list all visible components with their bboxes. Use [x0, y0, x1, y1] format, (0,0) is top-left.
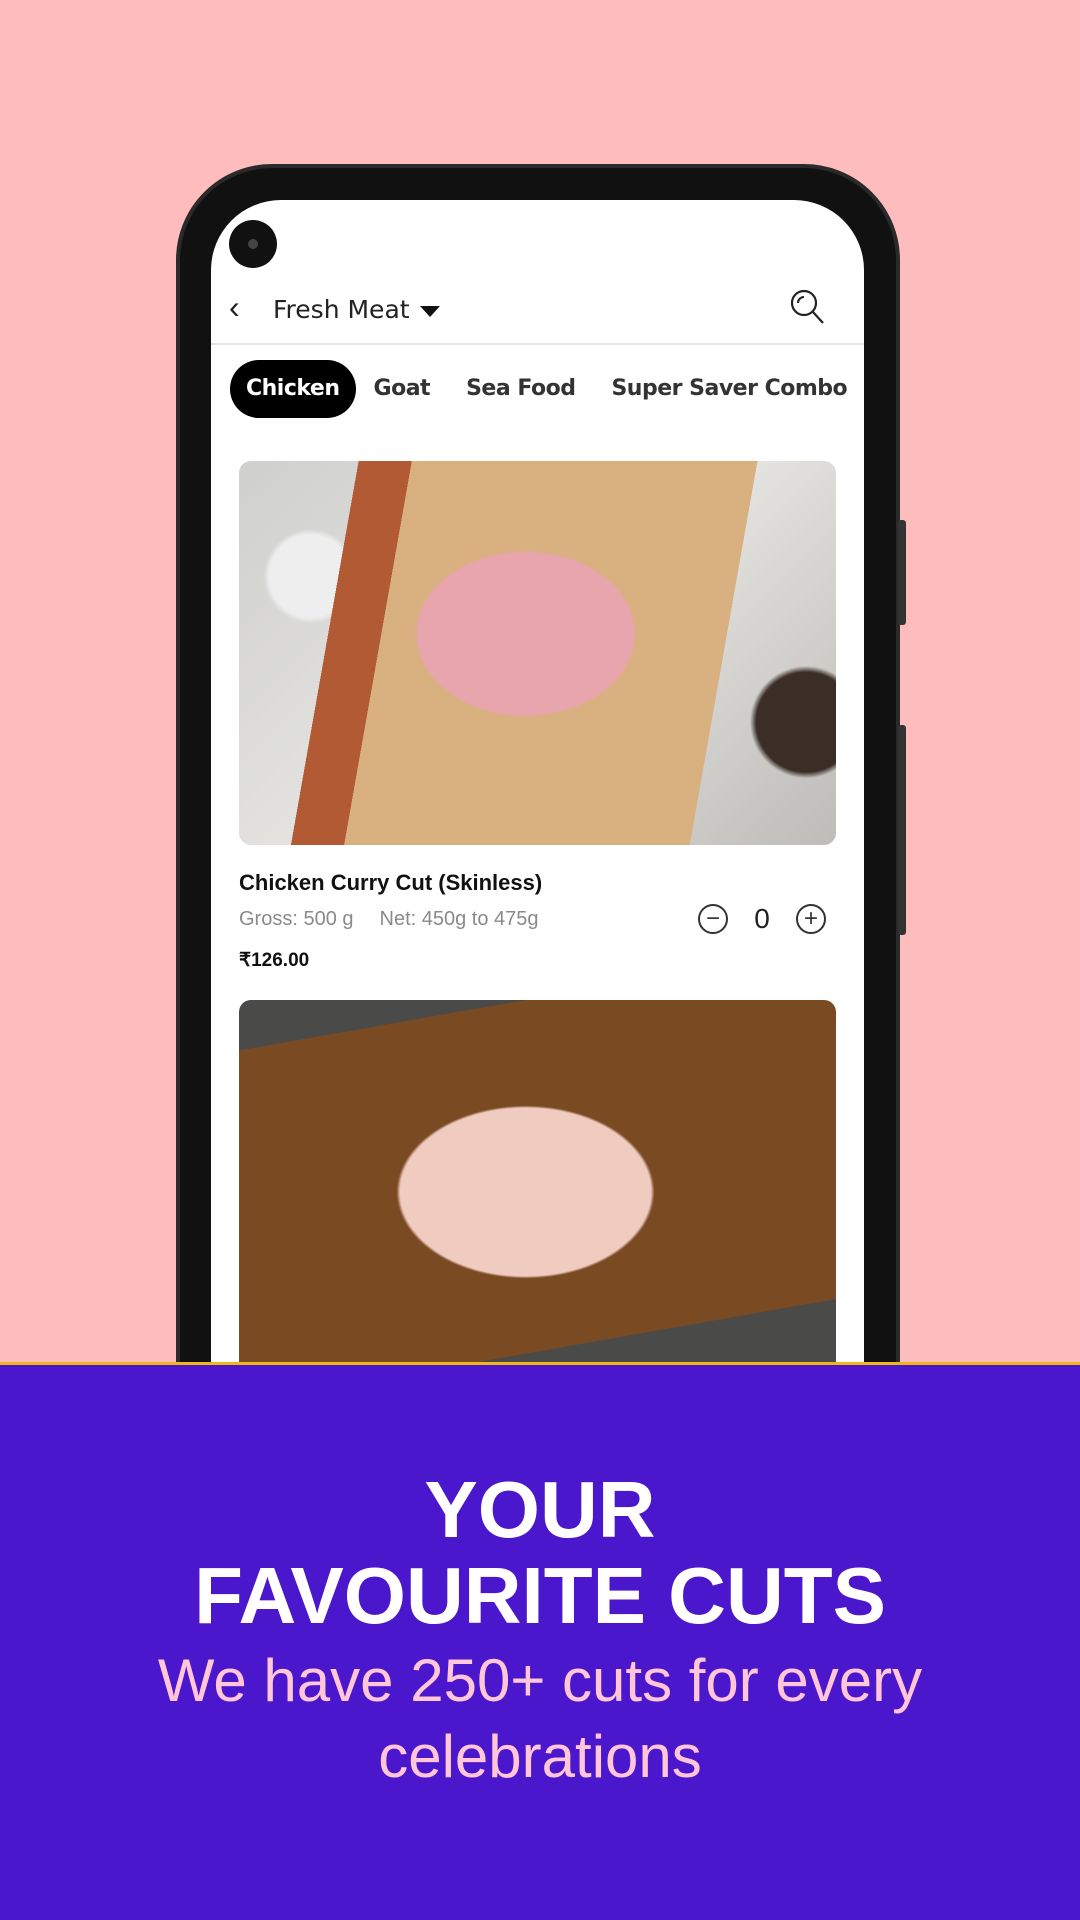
quantity-value: 0 — [754, 903, 770, 934]
minus-icon[interactable]: − — [698, 904, 728, 934]
camera-icon — [229, 220, 277, 268]
banner-subtitle-line: celebrations — [378, 1723, 702, 1790]
caret-down-icon — [419, 305, 440, 317]
product-name[interactable]: Chicken Curry Cut (Skinless) — [239, 870, 542, 896]
product-weights: Gross: 500 g Net: 450g to 475g — [239, 908, 539, 931]
product-image[interactable] — [239, 1000, 836, 1400]
tab-sea-food[interactable]: Sea Food — [448, 360, 593, 418]
search-icon[interactable] — [788, 287, 828, 327]
category-tabs: Chicken Goat Sea Food Super Saver Combo — [230, 360, 864, 420]
phone-side-button — [898, 520, 906, 625]
net-weight: Net: 450g to 475g — [379, 908, 539, 930]
phone-side-button — [898, 725, 906, 935]
product-price: ₹126.00 — [239, 950, 310, 971]
product-image[interactable] — [239, 461, 836, 845]
tab-goat[interactable]: Goat — [356, 360, 449, 418]
banner-headline: YOUR — [424, 1465, 656, 1554]
quantity-stepper: − 0 + — [698, 903, 826, 935]
banner-subtitle: We have 250+ cuts for every celebrations — [0, 1643, 1080, 1795]
plus-icon[interactable]: + — [796, 904, 826, 934]
promo-banner: YOUR FAVOURITE CUTS We have 250+ cuts fo… — [0, 1362, 1080, 1920]
banner-subtitle-line: We have 250+ cuts for every — [157, 1647, 923, 1714]
banner-headline: FAVOURITE CUTS — [194, 1551, 886, 1640]
app-header: ‹ Fresh Meat — [211, 275, 864, 345]
tab-super-saver-combo[interactable]: Super Saver Combo — [593, 360, 864, 418]
tab-chicken[interactable]: Chicken — [230, 360, 356, 418]
category-dropdown[interactable]: Fresh Meat — [273, 295, 440, 324]
gross-weight: Gross: 500 g — [239, 908, 354, 930]
page-title: Fresh Meat — [273, 295, 410, 324]
chevron-left-icon[interactable]: ‹ — [229, 289, 240, 326]
